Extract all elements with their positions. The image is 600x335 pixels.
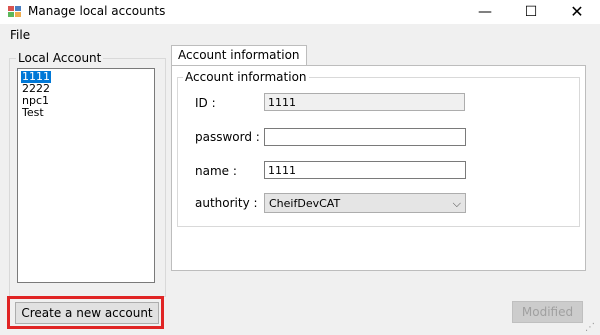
authority-select[interactable]: CheifDevCAT ⌵ — [264, 193, 466, 213]
title-bar: Manage local accounts — ☐ ✕ — [0, 0, 600, 24]
password-field[interactable] — [264, 128, 466, 146]
maximize-button[interactable]: ☐ — [508, 0, 554, 24]
authority-label: authority : — [195, 196, 258, 210]
name-label: name : — [195, 164, 237, 178]
menu-bar: File — [0, 25, 600, 44]
chevron-down-icon: ⌵ — [452, 197, 461, 210]
resize-grip-icon[interactable]: ⋰ — [585, 322, 597, 334]
name-field[interactable]: 1111 — [264, 161, 466, 179]
id-field: 1111 — [264, 93, 465, 111]
menu-file[interactable]: File — [10, 28, 30, 42]
id-label: ID : — [195, 96, 216, 110]
window-title: Manage local accounts — [28, 4, 166, 18]
local-account-legend: Local Account — [16, 51, 104, 65]
account-list-item-test[interactable]: Test — [22, 107, 44, 119]
highlight-box — [7, 296, 164, 329]
tab-account-information[interactable]: Account information — [171, 45, 307, 66]
minimize-button[interactable]: — — [462, 0, 508, 24]
close-button[interactable]: ✕ — [554, 0, 600, 24]
account-list[interactable]: 1111 2222 npc1 Test — [17, 68, 155, 283]
modified-button[interactable]: Modified — [512, 301, 583, 323]
authority-selected-value: CheifDevCAT — [269, 197, 341, 210]
account-information-legend: Account information — [183, 70, 309, 84]
password-label: password : — [195, 130, 260, 144]
app-window-icon — [8, 6, 22, 18]
